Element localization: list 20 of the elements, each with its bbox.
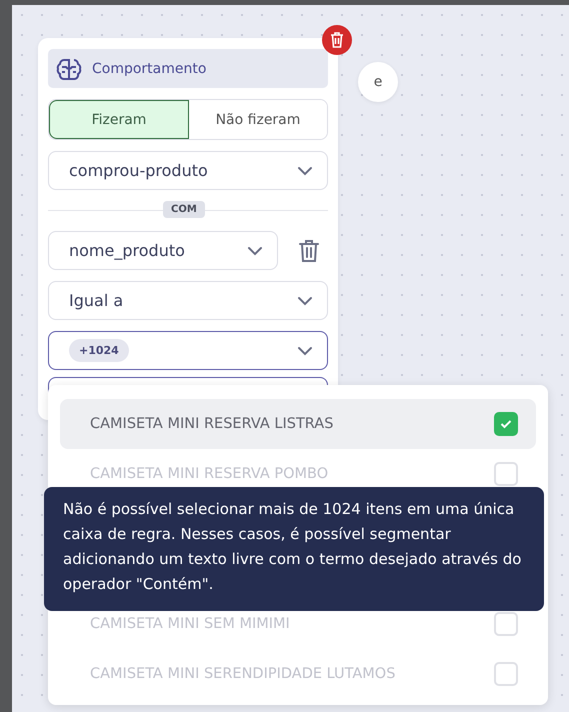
chevron-down-icon: [297, 346, 313, 356]
property-select[interactable]: nome_produto: [48, 231, 278, 270]
card-title: Comportamento: [92, 60, 206, 76]
chevron-down-icon: [297, 166, 313, 176]
option-label[interactable]: CAMISETA MINI RESERVA LISTRAS: [90, 416, 334, 432]
chevron-down-icon: [297, 296, 313, 306]
operator-select[interactable]: Igual a: [48, 281, 328, 320]
trash-icon: [330, 32, 344, 48]
delete-button[interactable]: [322, 25, 352, 55]
check-icon: [500, 419, 512, 429]
checkbox[interactable]: [494, 412, 518, 436]
chevron-down-icon: [247, 246, 263, 256]
count-chip: +1024: [69, 339, 129, 362]
toggle-option[interactable]: Fizeram: [49, 100, 189, 139]
tooltip: Não é possível selecionar mais de 1024 itens em uma única caixa de regra. Nesses casos, é possível segmentar adicionando um texto livre com o termo desejado através do operador "Contém".: [44, 487, 544, 611]
trash-icon[interactable]: [298, 238, 320, 262]
connector-node: e: [358, 62, 398, 102]
values-select[interactable]: +1024: [48, 331, 328, 370]
event-select[interactable]: comprou-produto: [48, 151, 328, 190]
section-label: COM: [163, 201, 205, 218]
